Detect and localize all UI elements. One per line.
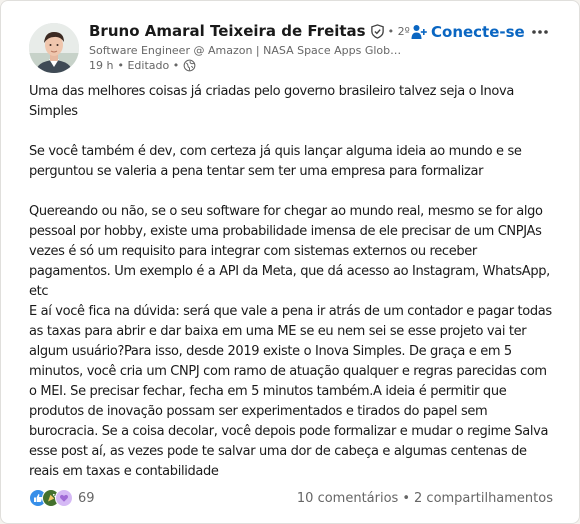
social-counts-bar: 69 10 comentários • 2 compartilhamentos — [29, 487, 553, 509]
stats-separator: • — [402, 490, 411, 506]
shield-check-icon — [370, 23, 385, 39]
post-paragraph: E aí você fica na dúvida: será que vale … — [29, 304, 556, 479]
connect-button[interactable]: Conecte-se — [407, 21, 529, 43]
feed-post-card: Bruno Amaral Teixeira de Freitas • 2º So… — [0, 0, 580, 524]
author-name[interactable]: Bruno Amaral Teixeira de Freitas — [89, 22, 366, 40]
post-paragraph: Se você também é dev, com certeza já qui… — [29, 144, 526, 179]
shares-link[interactable]: 2 compartilhamentos — [414, 491, 553, 506]
post-body: Uma das melhores coisas já criadas pelo … — [29, 82, 557, 482]
comments-link[interactable]: 10 comentários — [297, 491, 398, 506]
connect-label: Conecte-se — [431, 23, 525, 41]
author-name-row: Bruno Amaral Teixeira de Freitas • 2º — [89, 22, 410, 40]
more-horizontal-icon — [531, 29, 549, 35]
add-person-icon — [411, 24, 427, 40]
post-paragraph: Uma das melhores coisas já criadas pelo … — [29, 84, 518, 119]
reactions-summary[interactable]: 69 — [29, 489, 95, 507]
more-options-button[interactable] — [527, 21, 553, 43]
author-avatar[interactable] — [29, 23, 79, 73]
engagement-stats: 10 comentários • 2 compartilhamentos — [297, 491, 553, 506]
support-icon — [55, 489, 73, 507]
post-paragraph: Quereando ou não, se o seu software for … — [29, 204, 554, 299]
reaction-count: 69 — [78, 490, 95, 506]
edited-label: • Editado • — [117, 59, 180, 72]
post-time: 19 h — [89, 59, 114, 72]
globe-icon — [183, 59, 196, 72]
post-meta: 19 h • Editado • — [89, 59, 196, 72]
author-headline: Software Engineer @ Amazon | NASA Space … — [89, 44, 404, 57]
